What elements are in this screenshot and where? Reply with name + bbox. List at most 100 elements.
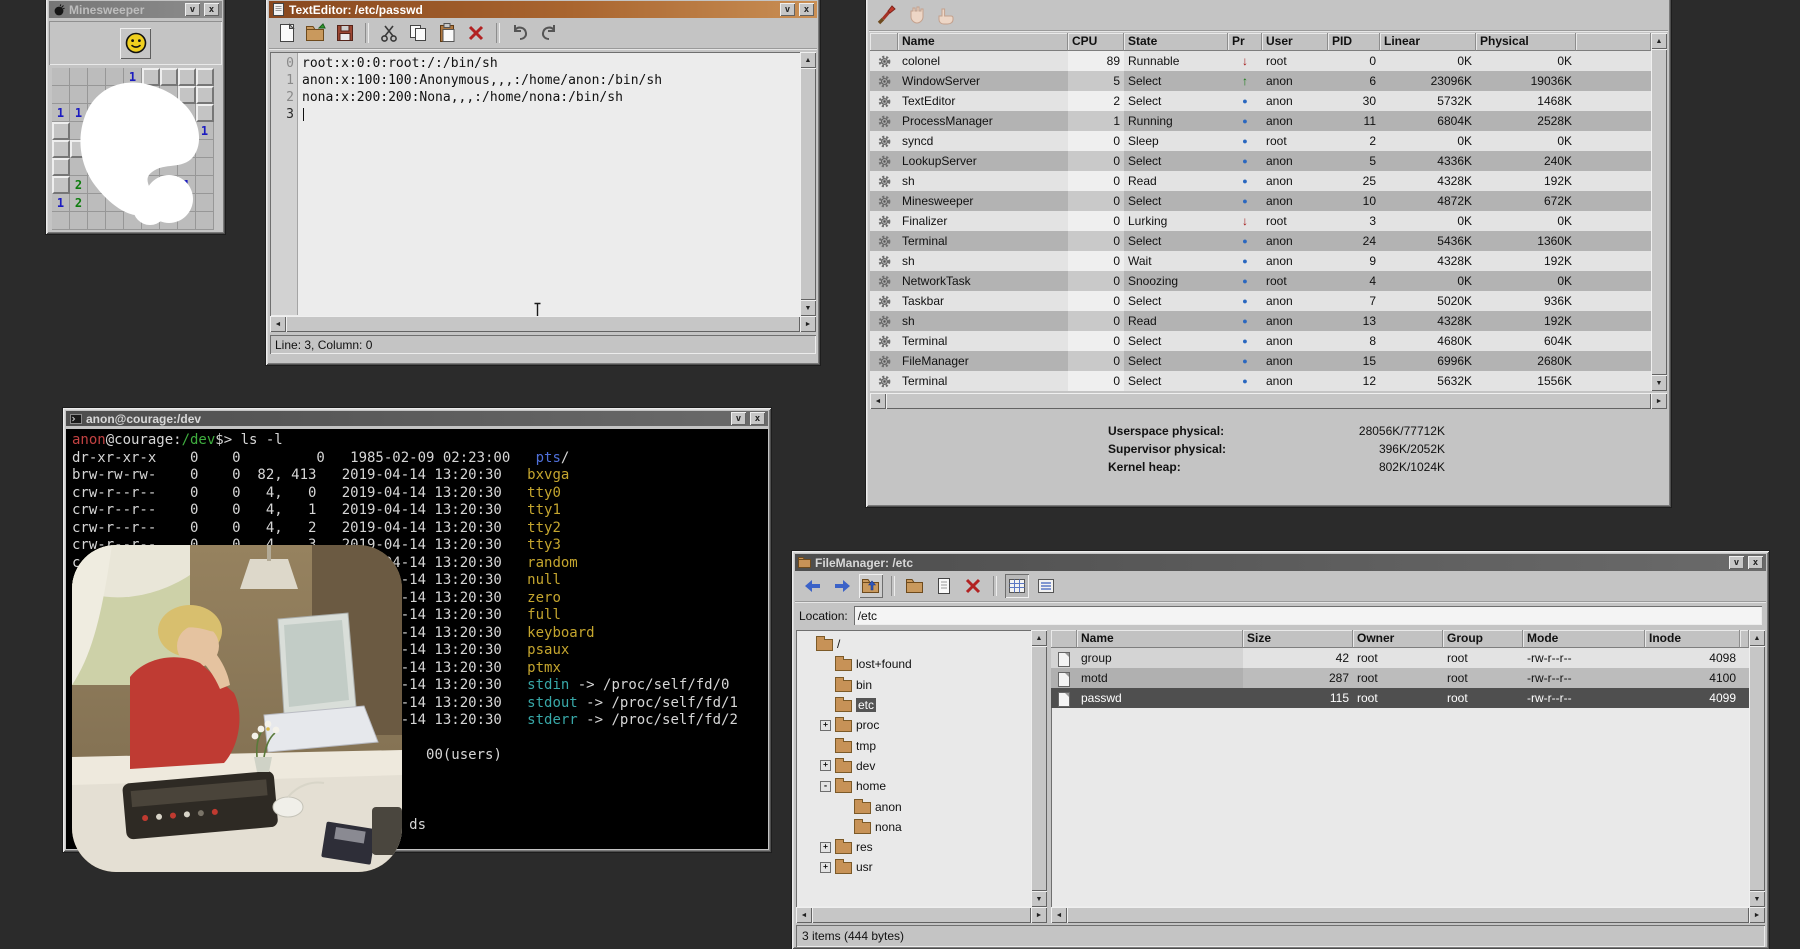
process-row[interactable]: Terminal0Select●anon125632K1556K bbox=[870, 371, 1651, 391]
tree-item[interactable]: -home bbox=[796, 776, 1031, 796]
back-icon[interactable] bbox=[801, 574, 825, 598]
close-button[interactable]: x bbox=[750, 412, 765, 425]
process-row[interactable]: LookupServer0Select●anon54336K240K bbox=[870, 151, 1651, 171]
scrollbar-thumb[interactable] bbox=[1651, 49, 1667, 375]
cut-icon[interactable] bbox=[377, 21, 401, 45]
scroll-left-icon[interactable]: ◄ bbox=[796, 907, 812, 923]
process-row[interactable]: TextEditor2Select●anon305732K1468K bbox=[870, 91, 1651, 111]
scrollbar-thumb[interactable] bbox=[886, 393, 1651, 409]
texteditor-titlebar[interactable]: TextEditor: /etc/passwd v x bbox=[269, 1, 817, 18]
delete-icon[interactable] bbox=[464, 21, 488, 45]
tree-item[interactable]: +usr bbox=[796, 857, 1031, 877]
process-row[interactable]: Terminal0Select●anon245436K1360K bbox=[870, 231, 1651, 251]
column-header[interactable]: PID bbox=[1328, 33, 1380, 51]
undo-icon[interactable] bbox=[508, 21, 532, 45]
process-row[interactable]: colonel89Runnable↓root00K0K bbox=[870, 51, 1651, 71]
scroll-down-icon[interactable]: ▼ bbox=[1031, 891, 1047, 907]
tree-item[interactable]: lost+found bbox=[796, 654, 1031, 674]
close-button[interactable]: x bbox=[1748, 556, 1763, 569]
delete-icon[interactable] bbox=[961, 574, 985, 598]
minesweeper-titlebar[interactable]: Minesweeper v x bbox=[49, 1, 222, 18]
scrollbar-thumb[interactable] bbox=[812, 907, 1031, 923]
minimize-button[interactable]: v bbox=[731, 412, 746, 425]
redo-icon[interactable] bbox=[537, 21, 561, 45]
new-file-icon[interactable] bbox=[275, 21, 299, 45]
new-directory-icon[interactable] bbox=[903, 574, 927, 598]
hand-point-icon[interactable] bbox=[933, 3, 957, 27]
tree-item[interactable]: +res bbox=[796, 837, 1031, 857]
scrollbar-thumb[interactable] bbox=[286, 316, 800, 332]
mine-cell[interactable]: 1 bbox=[52, 194, 70, 212]
editor-vertical-scrollbar[interactable]: ▲ ▼ bbox=[800, 52, 816, 316]
scroll-left-icon[interactable]: ◄ bbox=[870, 393, 886, 409]
tree-expander-icon[interactable]: + bbox=[820, 720, 831, 731]
process-row[interactable]: NetworkTask0Snoozing●root40K0K bbox=[870, 271, 1651, 291]
mine-cell[interactable] bbox=[52, 140, 70, 158]
column-header[interactable]: Group bbox=[1443, 630, 1523, 648]
grid-view-icon[interactable] bbox=[1005, 574, 1029, 598]
scrollbar-thumb[interactable] bbox=[1031, 646, 1047, 891]
tree-horizontal-scrollbar[interactable]: ◄ ► bbox=[796, 907, 1047, 923]
scroll-up-icon[interactable]: ▲ bbox=[1749, 630, 1765, 646]
scroll-right-icon[interactable]: ► bbox=[800, 316, 816, 332]
tree-vertical-scrollbar[interactable]: ▲ ▼ bbox=[1031, 630, 1047, 907]
column-header[interactable]: Size bbox=[1243, 630, 1353, 648]
column-header[interactable]: State bbox=[1124, 33, 1228, 51]
scroll-right-icon[interactable]: ► bbox=[1651, 393, 1667, 409]
copy-file-icon[interactable] bbox=[932, 574, 956, 598]
column-header[interactable]: Name bbox=[898, 33, 1068, 51]
file-row[interactable]: group42rootroot-rw-r--r--4098 bbox=[1051, 648, 1749, 668]
location-input[interactable]: /etc bbox=[854, 606, 1762, 625]
tree-item[interactable]: anon bbox=[796, 796, 1031, 816]
scroll-down-icon[interactable]: ▼ bbox=[800, 300, 816, 316]
scroll-right-icon[interactable]: ► bbox=[1031, 907, 1047, 923]
mine-cell[interactable] bbox=[52, 212, 70, 230]
scroll-up-icon[interactable]: ▲ bbox=[1651, 33, 1667, 49]
mine-cell[interactable] bbox=[52, 158, 70, 176]
process-row[interactable]: Taskbar0Select●anon75020K936K bbox=[870, 291, 1651, 311]
process-row[interactable]: sh0Read●anon134328K192K bbox=[870, 311, 1651, 331]
tree-expander-icon[interactable]: + bbox=[820, 862, 831, 873]
minimize-button[interactable]: v bbox=[1729, 556, 1744, 569]
files-horizontal-scrollbar[interactable]: ◄ ► bbox=[1051, 907, 1765, 923]
tree-item[interactable]: +proc bbox=[796, 715, 1031, 735]
process-row[interactable]: syncd0Sleep●root20K0K bbox=[870, 131, 1651, 151]
process-row[interactable]: WindowServer5Select↑anon623096K19036K bbox=[870, 71, 1651, 91]
mine-cell[interactable]: 1 bbox=[52, 104, 70, 122]
editor-text-area[interactable]: 0root:x:0:0:root:/:/bin/sh1anon:x:100:10… bbox=[270, 52, 800, 316]
tree-item[interactable]: +dev bbox=[796, 756, 1031, 776]
scroll-right-icon[interactable]: ► bbox=[1749, 907, 1765, 923]
process-row[interactable]: Minesweeper0Select●anon104872K672K bbox=[870, 191, 1651, 211]
column-header[interactable]: Owner bbox=[1353, 630, 1443, 648]
column-header[interactable]: Inode bbox=[1645, 630, 1740, 648]
column-header[interactable] bbox=[870, 33, 898, 51]
column-header[interactable]: Physical bbox=[1476, 33, 1576, 51]
mine-cell[interactable] bbox=[52, 176, 70, 194]
column-header[interactable]: User bbox=[1262, 33, 1328, 51]
save-file-icon[interactable] bbox=[333, 21, 357, 45]
process-row[interactable]: Terminal0Select●anon84680K604K bbox=[870, 331, 1651, 351]
process-row[interactable]: Finalizer0Lurking↓root30K0K bbox=[870, 211, 1651, 231]
scroll-up-icon[interactable]: ▲ bbox=[1031, 630, 1047, 646]
column-header[interactable]: CPU bbox=[1068, 33, 1124, 51]
scroll-left-icon[interactable]: ◄ bbox=[1051, 907, 1067, 923]
mine-cell[interactable] bbox=[52, 86, 70, 104]
open-parent-directory-icon[interactable] bbox=[859, 574, 883, 598]
minimize-button[interactable]: v bbox=[780, 3, 795, 16]
hand-stop-icon[interactable] bbox=[904, 3, 928, 27]
editor-horizontal-scrollbar[interactable]: ◄ ► bbox=[270, 316, 816, 332]
process-horizontal-scrollbar[interactable]: ◄ ► bbox=[870, 393, 1667, 409]
tree-expander-icon[interactable]: + bbox=[820, 760, 831, 771]
files-vertical-scrollbar[interactable]: ▲ ▼ bbox=[1749, 630, 1765, 907]
paste-icon[interactable] bbox=[435, 21, 459, 45]
smiley-face-button[interactable] bbox=[120, 28, 151, 59]
tree-expander-icon[interactable]: + bbox=[820, 842, 831, 853]
process-vertical-scrollbar[interactable]: ▲ ▼ bbox=[1651, 33, 1667, 391]
scroll-down-icon[interactable]: ▼ bbox=[1651, 375, 1667, 391]
tree-item[interactable]: bin bbox=[796, 675, 1031, 695]
mine-cell[interactable] bbox=[52, 68, 70, 86]
close-button[interactable]: x bbox=[204, 3, 219, 16]
column-header[interactable]: Name bbox=[1077, 630, 1243, 648]
filemanager-titlebar[interactable]: FileManager: /etc v x bbox=[795, 554, 1766, 571]
scroll-down-icon[interactable]: ▼ bbox=[1749, 891, 1765, 907]
